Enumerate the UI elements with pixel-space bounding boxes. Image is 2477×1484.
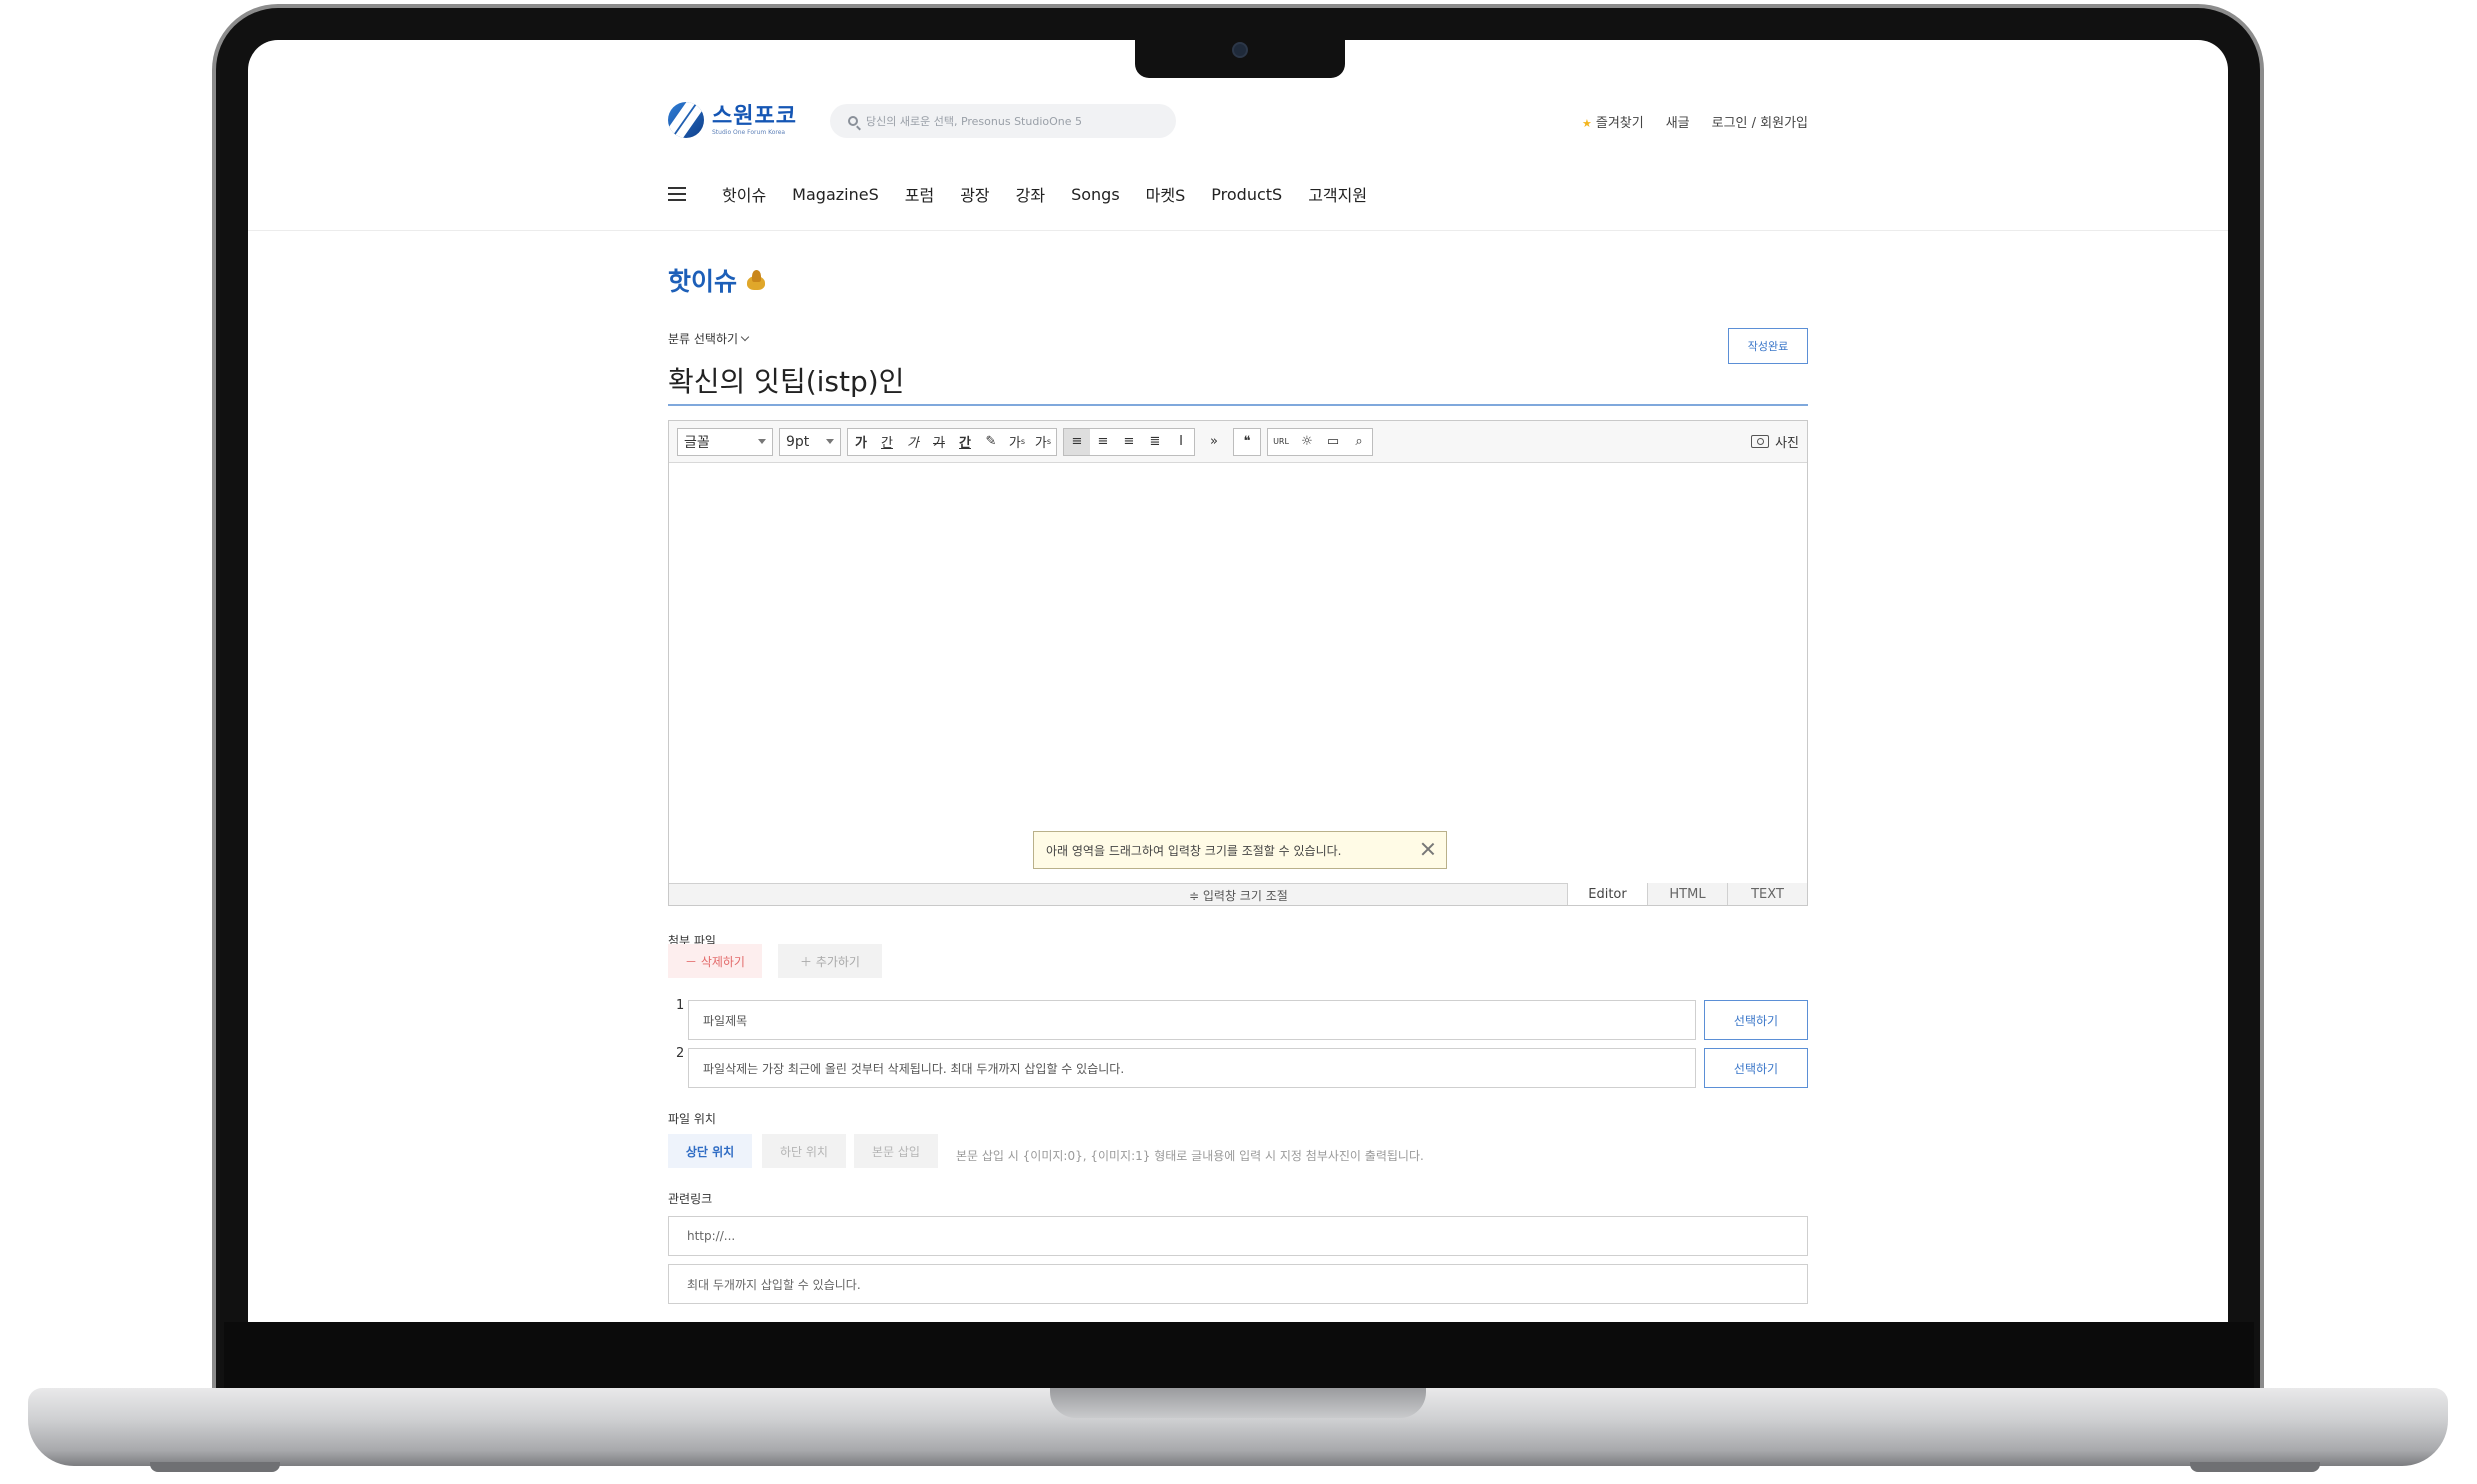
line-height-icon[interactable]: Ι: [1168, 429, 1194, 455]
nav-item-magazines[interactable]: MagazineS: [792, 185, 879, 204]
quote-icon[interactable]: ❝: [1234, 429, 1260, 455]
new-posts-link[interactable]: 새글: [1666, 112, 1690, 131]
close-icon[interactable]: [1420, 841, 1436, 857]
add-file-button[interactable]: ＋ 추가하기: [778, 944, 882, 978]
file-title-input-1[interactable]: 파일제목: [688, 1000, 1696, 1040]
url-icon[interactable]: URL: [1268, 429, 1294, 455]
site-logo[interactable]: 스원포코 Studio One Forum Korea: [668, 102, 797, 138]
laptop-screen: 스원포코 Studio One Forum Korea 당신의 새로운 선택, …: [248, 40, 2228, 1322]
align-left-icon[interactable]: ≡: [1064, 428, 1090, 455]
crown-icon: [745, 270, 767, 290]
star-icon: ★: [1581, 117, 1592, 130]
tab-editor[interactable]: Editor: [1567, 883, 1647, 905]
bold-button[interactable]: 가: [848, 429, 874, 455]
login-link[interactable]: 로그인 / 회원가입: [1712, 112, 1808, 131]
file-number-2: 2: [676, 1046, 685, 1061]
position-inline-button[interactable]: 본문 삽입: [854, 1134, 938, 1168]
laptop-foot-left: [150, 1462, 280, 1472]
nav-item-hot-issue[interactable]: 핫이슈: [722, 182, 766, 206]
nav-item-support[interactable]: 고객지원: [1308, 182, 1367, 206]
file-number-1: 1: [676, 998, 685, 1013]
strikethrough-button[interactable]: 가: [926, 429, 952, 455]
chevron-down-icon: [740, 332, 750, 342]
choose-file-button-2[interactable]: 선택하기: [1704, 1048, 1808, 1088]
nav-item-markets[interactable]: 마켓S: [1146, 182, 1186, 206]
laptop-chin: [224, 1322, 2254, 1392]
webcam-icon: [1232, 42, 1248, 58]
resize-handle[interactable]: ≑ 입력창 크기 조절 Editor HTML TEXT: [669, 883, 1807, 905]
underline-button[interactable]: 간: [874, 429, 900, 455]
subscript-button[interactable]: 가s: [1030, 429, 1056, 455]
superscript-button[interactable]: 가s: [1004, 429, 1030, 455]
web-page: 스원포코 Studio One Forum Korea 당신의 새로운 선택, …: [248, 40, 2228, 1322]
font-family-select[interactable]: 글꼴: [677, 427, 773, 456]
logo-subtitle: Studio One Forum Korea: [712, 128, 786, 136]
laptop-foot-right: [2190, 1462, 2320, 1472]
nav-item-lecture[interactable]: 강좌: [1016, 182, 1045, 206]
font-color-button[interactable]: 간: [952, 429, 978, 455]
editor-toolbar: 글꼴 9pt 가 간 가 가 간 ✎ 가s 가s ≡ ≡ ≡ ≣ Ι » ❝ U…: [669, 421, 1807, 463]
italic-button[interactable]: 가: [900, 429, 926, 455]
editor-content-area[interactable]: 아래 영역을 드래그하여 입력창 크기를 조절할 수 있습니다.: [669, 463, 1807, 873]
related-link-input-2[interactable]: 최대 두개까지 삽입할 수 있습니다.: [668, 1264, 1808, 1304]
logo-mark-icon: [668, 102, 704, 138]
align-justify-icon[interactable]: ≣: [1142, 429, 1168, 455]
nav-item-songs[interactable]: Songs: [1071, 185, 1120, 204]
font-size-select[interactable]: 9pt: [779, 427, 841, 456]
nav-item-square[interactable]: 광장: [960, 182, 989, 206]
tab-html[interactable]: HTML: [1647, 883, 1727, 905]
laptop-frame: 스원포코 Studio One Forum Korea 당신의 새로운 선택, …: [0, 0, 2477, 1484]
emoticon-icon[interactable]: ☼: [1294, 429, 1320, 455]
file-title-input-2[interactable]: 파일삭제는 가장 최근에 올린 것부터 삭제됩니다. 최대 두개까지 삽입할 수…: [688, 1048, 1696, 1088]
highlight-icon[interactable]: ✎: [978, 429, 1004, 455]
logo-title: 스원포코: [712, 103, 797, 129]
top-links: ★ 즐겨찾기 새글 로그인 / 회원가입: [1538, 112, 1808, 131]
rich-text-editor: 글꼴 9pt 가 간 가 가 간 ✎ 가s 가s ≡ ≡ ≡ ≣ Ι » ❝ U…: [668, 420, 1808, 906]
position-note: 본문 삽입 시 {이미지:0}, {이미지:1} 형태로 글내용에 입력 시 지…: [956, 1149, 1424, 1163]
position-top-button[interactable]: 상단 위치: [668, 1134, 752, 1168]
resize-tooltip: 아래 영역을 드래그하여 입력창 크기를 조절할 수 있습니다.: [1033, 831, 1447, 869]
post-title-input[interactable]: 확신의 잇팁(istp)인: [668, 356, 1808, 406]
search-placeholder: 당신의 새로운 선택, Presonus StudioOne 5: [866, 115, 1082, 128]
page-title: 핫이슈: [668, 262, 767, 298]
editor-mode-tabs: Editor HTML TEXT: [1567, 883, 1807, 905]
align-center-icon[interactable]: ≡: [1090, 429, 1116, 455]
resize-label: ≑ 입력창 크기 조절: [1189, 889, 1288, 903]
search-input[interactable]: 당신의 새로운 선택, Presonus StudioOne 5: [830, 104, 1176, 138]
menu-icon[interactable]: [668, 187, 686, 201]
laptop-opening-notch: [1050, 1388, 1426, 1418]
nav-divider: [248, 230, 2228, 231]
tab-text[interactable]: TEXT: [1727, 883, 1807, 905]
search-icon: [848, 116, 858, 126]
file-position-label: 파일 위치: [668, 1112, 716, 1126]
align-right-icon[interactable]: ≡: [1116, 429, 1142, 455]
nav-item-forum[interactable]: 포럼: [905, 182, 934, 206]
main-nav: 핫이슈 MagazineS 포럼 광장 강좌 Songs 마켓S Product…: [668, 182, 1367, 206]
align-group: ≡ ≡ ≡ ≣ Ι: [1063, 427, 1195, 456]
favorites-link[interactable]: ★ 즐겨찾기: [1582, 112, 1644, 131]
table-icon[interactable]: ▭: [1320, 429, 1346, 455]
quote-group: ❝: [1233, 427, 1261, 456]
delete-file-button[interactable]: － 삭제하기: [668, 944, 762, 978]
text-style-group: 가 간 가 가 간 ✎ 가s 가s: [847, 427, 1057, 456]
category-select[interactable]: 분류 선택하기: [668, 330, 750, 347]
nav-item-products[interactable]: ProductS: [1211, 185, 1282, 204]
photo-button[interactable]: 사진: [1751, 432, 1799, 451]
find-icon[interactable]: ⌕: [1346, 429, 1372, 455]
camera-icon: [1751, 435, 1770, 448]
insert-group: URL ☼ ▭ ⌕: [1267, 427, 1373, 456]
position-bottom-button[interactable]: 하단 위치: [762, 1134, 846, 1168]
related-link-input-1[interactable]: http://...: [668, 1216, 1808, 1256]
related-links-label: 관련링크: [668, 1192, 713, 1206]
more-icon[interactable]: »: [1201, 429, 1227, 455]
choose-file-button-1[interactable]: 선택하기: [1704, 1000, 1808, 1040]
